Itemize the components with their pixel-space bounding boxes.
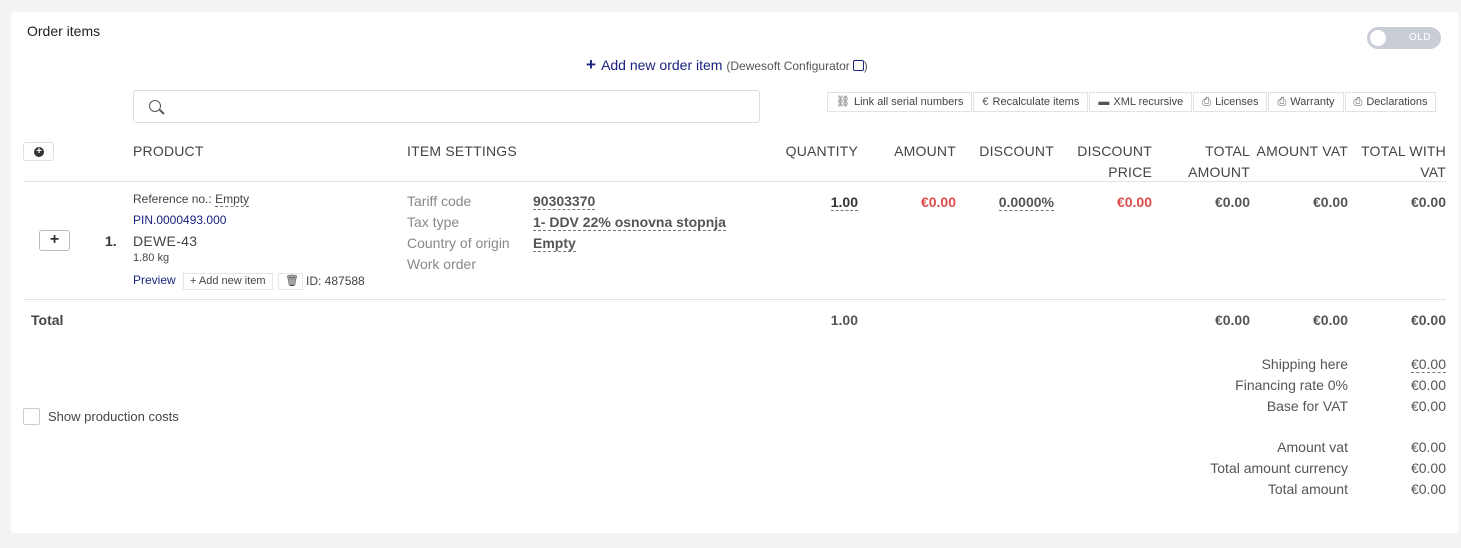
order-items-card: Order items OLD + Add new order item (De… — [11, 12, 1459, 533]
item-quantity[interactable]: 1.00 — [830, 194, 858, 211]
reference-label: Reference no.: — [133, 192, 212, 206]
row-divider — [23, 299, 1446, 300]
col-quantity: QUANTITY — [785, 143, 858, 159]
col-product: PRODUCT — [133, 143, 204, 159]
total-total-amount: €0.00 — [1214, 312, 1250, 328]
item-total-with-vat: €0.00 — [1410, 194, 1446, 210]
item-index: 1. — [105, 233, 117, 249]
item-amount: €0.00 — [920, 194, 956, 210]
pin-link[interactable]: PIN.0000493.000 — [133, 213, 226, 227]
toolbar-button-warranty[interactable]: ⎙ Warranty — [1268, 92, 1344, 112]
setting-label: Tariff code — [407, 193, 472, 209]
toolbar-button-recalculate-items[interactable]: € Recalculate items — [973, 92, 1089, 112]
archive-icon: ▬ — [1098, 96, 1110, 108]
item-discount[interactable]: 0.0000% — [998, 194, 1054, 211]
setting-value[interactable]: 1- DDV 22% osnovna stopnja — [533, 214, 726, 231]
summary-label: Shipping here — [1261, 356, 1348, 372]
plus-circle-icon: + — [34, 147, 44, 157]
col-total-amount-1: TOTAL — [1205, 143, 1250, 159]
col-total-with-vat-1: TOTAL WITH — [1361, 143, 1446, 159]
col-discount: DISCOUNT — [979, 143, 1054, 159]
summary-value[interactable]: €0.00 — [1410, 356, 1446, 373]
col-item-settings: ITEM SETTINGS — [407, 143, 517, 159]
link-icon: ⛓ — [836, 96, 850, 108]
reference-value[interactable]: Empty — [215, 192, 250, 207]
summary-label: Total amount — [1267, 481, 1348, 497]
toolbar-button-label: Recalculate items — [992, 96, 1080, 108]
total-amount-vat: €0.00 — [1312, 312, 1348, 328]
expand-all-button[interactable]: + — [23, 142, 54, 161]
add-new-item-button[interactable]: + Add new item — [183, 273, 273, 290]
toolbar-button-label: Licenses — [1215, 96, 1259, 108]
add-new-item-label: Add new item — [198, 275, 266, 287]
total-total-with-vat: €0.00 — [1410, 312, 1446, 328]
summary-label: Total amount currency — [1210, 460, 1348, 476]
col-total-amount-2: AMOUNT — [1188, 164, 1250, 180]
plus-icon: + — [190, 275, 197, 287]
toolbar-button-link-all-serial-numbers[interactable]: ⛓ Link all serial numbers — [827, 92, 973, 112]
external-link-icon[interactable] — [852, 60, 864, 71]
show-production-costs-checkbox[interactable] — [23, 408, 40, 425]
section-title: Order items — [27, 23, 101, 39]
col-amount: AMOUNT — [894, 143, 956, 159]
item-total-amount: €0.00 — [1214, 194, 1250, 210]
toggle-label: OLD — [1408, 32, 1431, 43]
summary-value: €0.00 — [1410, 439, 1446, 455]
col-discount-price-2: PRICE — [1108, 164, 1152, 180]
item-amount-vat: €0.00 — [1312, 194, 1348, 210]
setting-value[interactable]: 90303370 — [533, 193, 596, 210]
reference-row: Reference no.: Empty — [133, 192, 250, 207]
total-quantity: 1.00 — [830, 312, 858, 328]
product-weight: 1.80 kg — [133, 252, 170, 264]
toolbar-button-xml-recursive[interactable]: ▬ XML recursive — [1089, 92, 1193, 112]
toolbar-button-label: Link all serial numbers — [853, 96, 964, 108]
toolbar-button-label: Declarations — [1366, 96, 1428, 108]
col-amount-vat: AMOUNT VAT — [1256, 143, 1348, 159]
toggle-knob — [1370, 30, 1386, 46]
printer-icon: ⎙ — [1202, 96, 1212, 108]
plus-icon: + — [586, 55, 596, 74]
printer-icon: ⎙ — [1353, 96, 1363, 108]
toolbar-button-licenses[interactable]: ⎙ Licenses — [1193, 92, 1268, 112]
total-label: Total — [31, 312, 64, 328]
toolbar-button-label: XML recursive — [1113, 96, 1184, 108]
setting-value[interactable]: Empty — [533, 235, 576, 252]
setting-label: Tax type — [407, 214, 460, 230]
search-input[interactable] — [133, 90, 760, 123]
col-total-with-vat-2: VAT — [1420, 164, 1446, 180]
summary-value: €0.00 — [1410, 460, 1446, 476]
preview-link[interactable]: Preview — [133, 273, 176, 287]
add-item-label: Add new order item — [601, 57, 723, 73]
col-discount-price-1: DISCOUNT — [1077, 143, 1152, 159]
summary-label: Amount vat — [1277, 439, 1348, 455]
expand-item-button[interactable]: + — [39, 230, 70, 251]
summary-value: €0.00 — [1410, 377, 1446, 393]
item-discount-price: €0.00 — [1116, 194, 1152, 210]
toolbar-button-label: Warranty — [1290, 96, 1335, 108]
summary-value: €0.00 — [1410, 398, 1446, 414]
show-production-costs-label: Show production costs — [48, 409, 179, 424]
configurator-label: (Dewesoft Configurator — [726, 59, 850, 73]
summary-value: €0.00 — [1410, 481, 1446, 497]
search-icon — [149, 100, 161, 112]
product-name: DEWE-43 — [133, 233, 198, 249]
euro-icon: € — [982, 96, 989, 108]
configurator-close: ) — [863, 59, 868, 73]
old-toggle[interactable]: OLD — [1367, 27, 1441, 49]
header-divider — [23, 181, 1446, 182]
setting-label: Work order — [407, 256, 476, 272]
trash-icon: 🗑 — [285, 275, 299, 287]
add-new-order-item-link[interactable]: + Add new order item (Dewesoft Configura… — [586, 55, 868, 75]
delete-button[interactable]: 🗑 — [278, 273, 303, 290]
toolbar: ⛓ Link all serial numbers € Recalculate ite… — [827, 92, 1437, 112]
summary-label: Base for VAT — [1266, 398, 1348, 414]
setting-label: Country of origin — [407, 235, 510, 251]
summary-label: Financing rate 0% — [1235, 377, 1348, 393]
printer-icon: ⎙ — [1277, 96, 1287, 108]
item-id: ID: 487588 — [306, 274, 365, 288]
toolbar-button-declarations[interactable]: ⎙ Declarations — [1344, 92, 1437, 112]
